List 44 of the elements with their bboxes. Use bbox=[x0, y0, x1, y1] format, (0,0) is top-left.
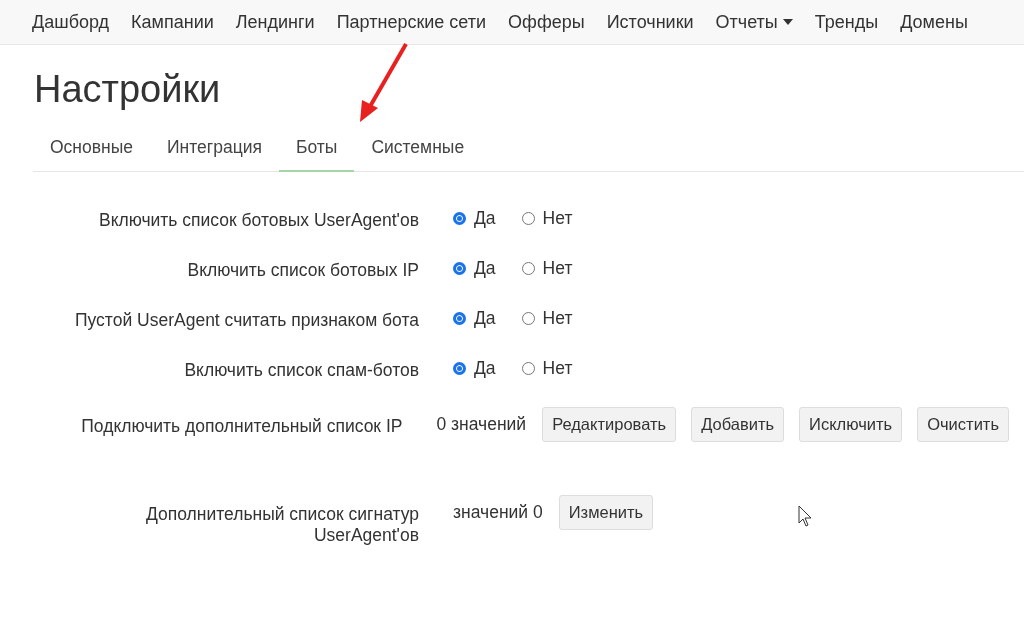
radio-button[interactable] bbox=[521, 312, 535, 325]
option-label: Нет bbox=[542, 258, 573, 279]
action-button[interactable]: Добавить bbox=[691, 407, 785, 442]
nav-link[interactable]: Источники bbox=[606, 11, 694, 33]
option-label: Нет bbox=[542, 208, 573, 229]
radio-button[interactable] bbox=[453, 212, 466, 225]
nav-link[interactable]: Тренды bbox=[814, 11, 879, 33]
nav-link[interactable]: Лендинги bbox=[235, 11, 315, 33]
field-label: Включить список ботовых UserAgent'ов bbox=[98, 210, 419, 231]
action-button[interactable]: Исключить bbox=[799, 407, 903, 442]
nav-link[interactable]: Домены bbox=[900, 11, 968, 33]
value-count: 0 значений bbox=[436, 414, 527, 435]
option-label: Да bbox=[474, 358, 496, 379]
radio-button[interactable] bbox=[453, 362, 466, 375]
field-label: Подключить дополнительный список IP bbox=[81, 416, 403, 437]
field-label: Включить список ботовых IP bbox=[187, 260, 419, 281]
nav-link[interactable]: Дашборд bbox=[32, 11, 110, 33]
field-label: Дополнительный список сигнатур UserAgent'ов bbox=[144, 504, 419, 546]
option-label: Да bbox=[474, 258, 496, 279]
value-count: значений 0 bbox=[453, 502, 543, 523]
option-label: Да bbox=[474, 208, 496, 229]
tab[interactable]: Боты bbox=[278, 127, 355, 172]
nav-link[interactable]: Партнерские сети bbox=[336, 11, 487, 33]
option-label: Нет bbox=[542, 358, 573, 379]
nav-link[interactable]: Офферы bbox=[508, 11, 585, 33]
field-label: Пустой UserAgent считать признаком бота bbox=[74, 310, 419, 331]
action-button[interactable]: Редактировать bbox=[542, 407, 677, 442]
tab[interactable]: Основные bbox=[33, 127, 151, 172]
tab[interactable]: Интеграция bbox=[150, 127, 279, 172]
radio-button[interactable] bbox=[521, 362, 535, 375]
tab[interactable]: Системные bbox=[354, 127, 482, 172]
nav-link[interactable]: Кампании bbox=[131, 11, 214, 33]
option-label: Нет bbox=[542, 308, 573, 329]
radio-button[interactable] bbox=[453, 262, 466, 275]
field-label: Включить список спам-ботов bbox=[184, 360, 419, 381]
action-button[interactable]: Изменить bbox=[558, 495, 654, 530]
radio-button[interactable] bbox=[521, 212, 535, 225]
page-title: Настройки bbox=[34, 67, 221, 111]
nav-link[interactable]: Отчеты bbox=[715, 11, 793, 33]
radio-button[interactable] bbox=[453, 312, 466, 325]
mouse-cursor-icon bbox=[798, 505, 812, 527]
radio-button[interactable] bbox=[521, 262, 535, 275]
option-label: Да bbox=[474, 308, 496, 329]
action-button[interactable]: Очистить bbox=[917, 407, 1009, 442]
